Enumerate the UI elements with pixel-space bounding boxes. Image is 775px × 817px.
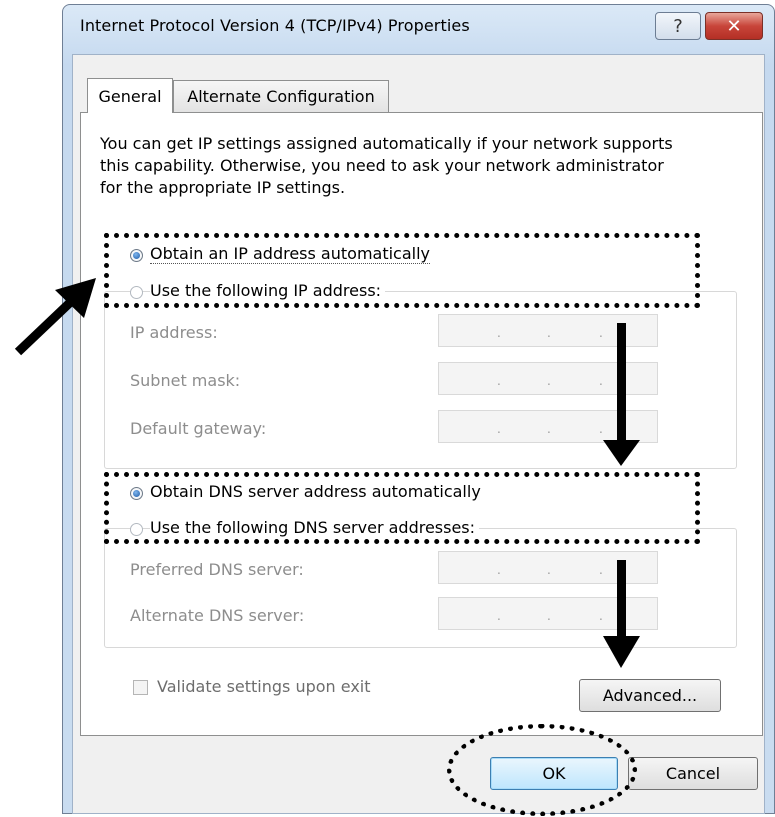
tab-general[interactable]: General: [87, 78, 173, 113]
down-arrow-icon: [603, 323, 640, 466]
annotation-arrows: [14, 278, 640, 668]
diagonal-arrow-icon: [14, 278, 96, 356]
down-arrow-icon: [603, 560, 640, 668]
tab-general-label: General: [98, 86, 162, 106]
